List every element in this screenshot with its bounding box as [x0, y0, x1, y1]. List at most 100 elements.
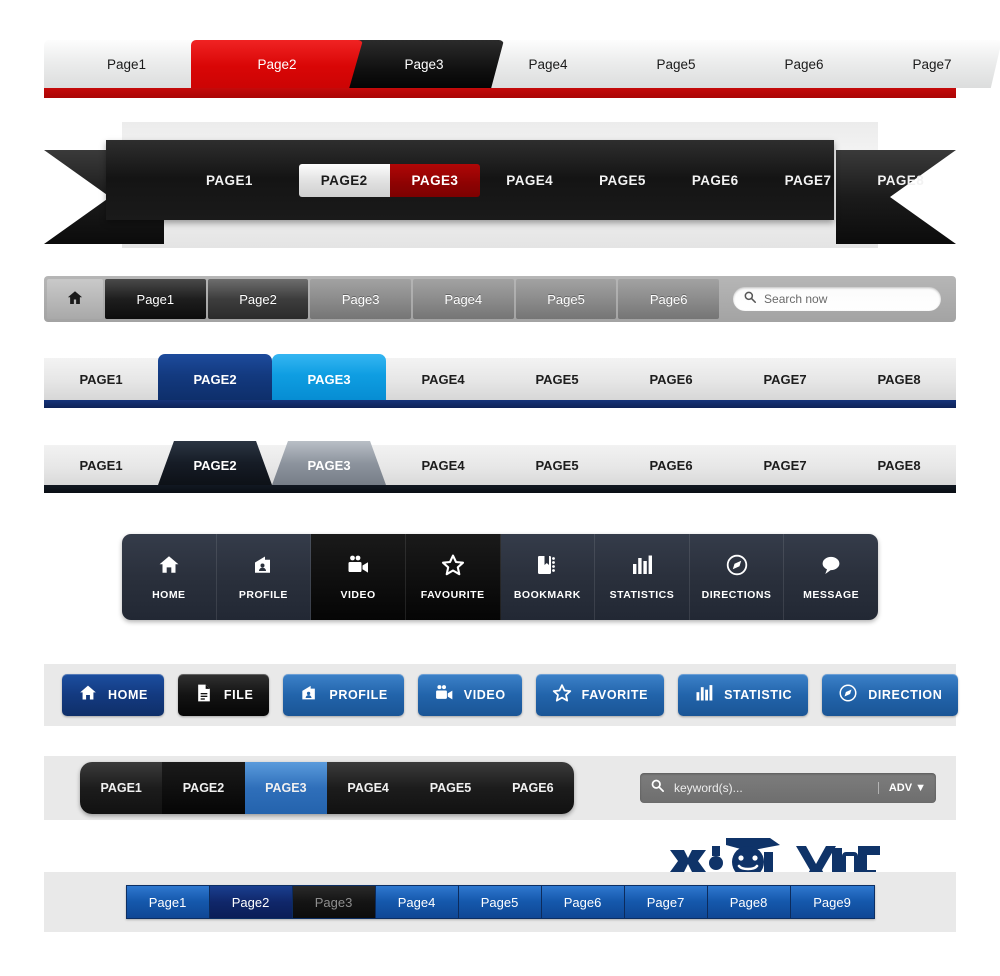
page-button-4[interactable]: Page4	[375, 886, 459, 918]
item-label: PAGE1	[206, 172, 253, 188]
page-button-9[interactable]: Page9	[790, 886, 874, 918]
tab-page7[interactable]: Page7	[862, 40, 1000, 88]
tab-page7[interactable]: PAGE7	[728, 358, 842, 400]
tab-page1[interactable]: PAGE1	[44, 358, 158, 400]
tab-label: PAGE5	[535, 371, 579, 387]
tab-page3[interactable]: PAGE3	[272, 354, 386, 400]
page-button-5[interactable]: Page5	[458, 886, 542, 918]
toolbar-button-video[interactable]: VIDEO	[311, 534, 406, 620]
tab-label: PAGE3	[307, 457, 351, 473]
tab-page3[interactable]: Page3	[344, 40, 504, 88]
button-label: VIDEO	[340, 589, 376, 601]
tab-page3[interactable]: PAGE3	[272, 441, 386, 485]
item-label: Page5	[547, 291, 585, 307]
toolbar-button-directions[interactable]: DIRECTIONS	[690, 534, 785, 620]
button-video[interactable]: VIDEO	[417, 674, 522, 716]
ribbon-item-page6[interactable]: PAGE6	[692, 164, 739, 197]
button-profile[interactable]: PROFILE	[283, 674, 404, 716]
tab-page5[interactable]: Page5	[606, 40, 746, 88]
page-label: Page8	[729, 894, 768, 910]
page-button-1[interactable]: Page1	[126, 886, 210, 918]
tab-page6[interactable]: PAGE6	[492, 762, 574, 814]
nav-item-page1[interactable]: Page1	[105, 279, 206, 319]
nav-item-page5[interactable]: Page5	[515, 279, 617, 319]
toolbar-button-profile[interactable]: PROFILE	[217, 534, 312, 620]
page-label: Page6	[563, 894, 602, 910]
toolbar-button-bookmark[interactable]: BOOKMARK	[501, 534, 596, 620]
page-button-2[interactable]: Page2	[209, 886, 293, 918]
tab-page6[interactable]: PAGE6	[614, 358, 728, 400]
tab-page5[interactable]: PAGE5	[500, 358, 614, 400]
tab-page2[interactable]: PAGE2	[162, 762, 245, 814]
nav-blue-rounded-tabs: PAGE1 PAGE2 PAGE3 PAGE4 PAGE5 PAGE6 PAGE…	[44, 354, 956, 408]
home-button[interactable]	[47, 279, 103, 319]
page-button-3[interactable]: Page3	[292, 886, 376, 918]
tab-page2[interactable]: Page2	[191, 40, 363, 88]
tab-page1[interactable]: Page1	[44, 40, 209, 88]
button-label: FILE	[223, 688, 254, 702]
page-button-6[interactable]: Page6	[541, 886, 625, 918]
nav-item-page6[interactable]: Page6	[618, 279, 720, 319]
button-home[interactable]: HOME	[62, 674, 164, 716]
ribbon-item-page7[interactable]: PAGE7	[785, 164, 832, 197]
nav-dark-rounded-with-search: PAGE1 PAGE2 PAGE3 PAGE4 PAGE5 PAGE6 keyw…	[44, 756, 956, 820]
tab-underline-bar	[44, 485, 956, 493]
tab-page1[interactable]: PAGE1	[80, 762, 162, 814]
button-label: VIDEO	[463, 688, 506, 702]
compass-icon	[725, 553, 749, 582]
tab-page4[interactable]: PAGE4	[386, 445, 500, 485]
pagination-group: Page1 Page2 Page3 Page4 Page5 Page6 Page…	[125, 885, 875, 919]
pagination-blue: Page1 Page2 Page3 Page4 Page5 Page6 Page…	[44, 872, 956, 932]
ribbon-item-page8[interactable]: PAGE8	[877, 164, 924, 197]
toolbar-button-favourite[interactable]: FAVOURITE	[405, 534, 501, 620]
nav-item-page2[interactable]: Page2	[207, 279, 309, 319]
tab-label: PAGE1	[79, 457, 123, 473]
tab-label: Page1	[106, 56, 147, 72]
nav-item-page3[interactable]: Page3	[310, 279, 412, 319]
video-camera-icon	[434, 683, 454, 708]
page-button-8[interactable]: Page8	[707, 886, 791, 918]
search-input[interactable]: Search now	[733, 287, 942, 311]
bar-chart-icon	[694, 683, 714, 708]
button-file[interactable]: FILE	[177, 674, 270, 716]
tab-page7[interactable]: PAGE7	[728, 445, 842, 485]
toolbar-blue-pills: HOME FILE PROFILE VIDEO FAVORITE STATIST…	[44, 664, 959, 726]
page-button-7[interactable]: Page7	[624, 886, 708, 918]
tab-page5[interactable]: PAGE5	[409, 762, 491, 814]
button-favorite[interactable]: FAVORITE	[535, 674, 665, 716]
ribbon-item-page4[interactable]: PAGE4	[506, 164, 553, 197]
tab-page3[interactable]: PAGE3	[244, 762, 327, 814]
tab-page2[interactable]: PAGE2	[158, 441, 272, 485]
tab-page6[interactable]: PAGE6	[614, 445, 728, 485]
ribbon-item-page5[interactable]: PAGE5	[599, 164, 646, 197]
item-label: Page4	[444, 291, 483, 307]
tab-label: PAGE7	[763, 457, 807, 473]
tab-label: Page2	[257, 56, 297, 72]
item-label: PAGE8	[877, 172, 925, 188]
toolbar-button-home[interactable]: HOME	[122, 534, 217, 620]
keyword-search-input[interactable]: keyword(s)... ADV ▼	[640, 773, 936, 803]
ribbon-item-page3[interactable]: PAGE3	[389, 163, 481, 197]
tab-label: PAGE4	[421, 457, 465, 473]
tab-page2[interactable]: PAGE2	[158, 354, 272, 400]
toolbar-button-statistics[interactable]: STATISTICS	[595, 534, 690, 620]
tab-page1[interactable]: PAGE1	[44, 445, 158, 485]
tab-label: PAGE6	[512, 781, 554, 795]
tab-page4[interactable]: PAGE4	[386, 358, 500, 400]
nav-slanted-red-tabs: Page1 Page2 Page3 Page4 Page5 Page6 Page…	[44, 40, 1000, 98]
nav-item-page4[interactable]: Page4	[413, 279, 514, 319]
button-statistic[interactable]: STATISTIC	[678, 674, 809, 716]
tab-page4[interactable]: PAGE4	[327, 762, 409, 814]
advanced-search-dropdown[interactable]: ADV ▼	[877, 782, 926, 794]
button-label: DIRECTION	[868, 688, 943, 702]
ribbon-item-page2[interactable]: PAGE2	[298, 163, 390, 197]
tab-page6[interactable]: Page6	[734, 40, 874, 88]
tab-page8[interactable]: PAGE8	[842, 358, 956, 400]
tab-page8[interactable]: PAGE8	[842, 445, 956, 485]
button-direction[interactable]: DIRECTION	[822, 674, 959, 716]
tab-label: PAGE8	[877, 457, 921, 473]
star-icon	[552, 683, 572, 708]
ribbon-item-page1[interactable]: PAGE1	[206, 164, 253, 197]
toolbar-button-message[interactable]: MESSAGE	[784, 534, 878, 620]
tab-page5[interactable]: PAGE5	[500, 445, 614, 485]
